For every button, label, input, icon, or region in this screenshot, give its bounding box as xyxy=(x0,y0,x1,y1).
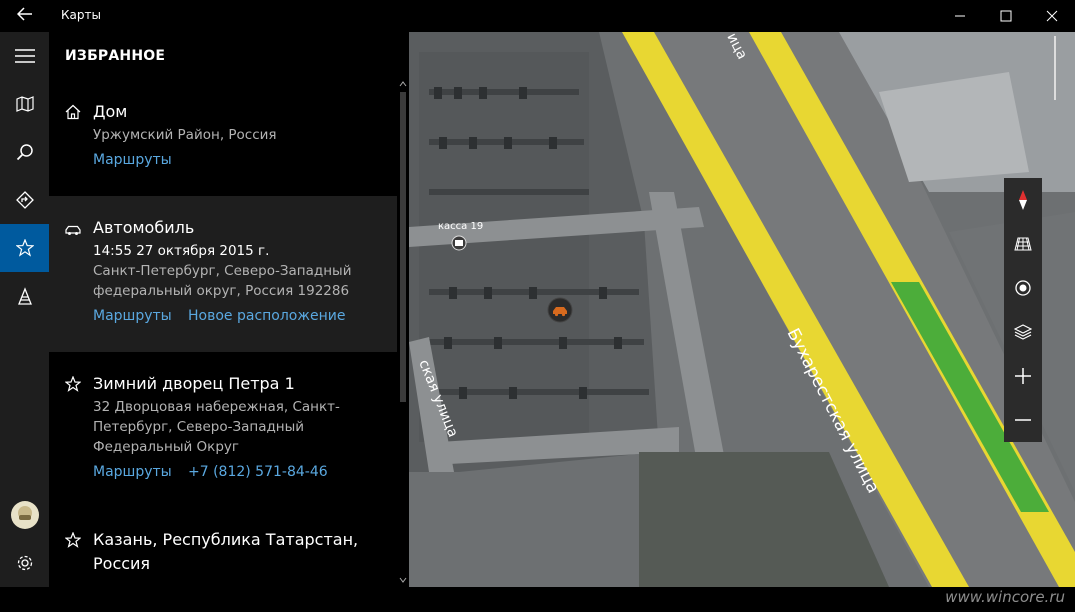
map-controls xyxy=(1004,178,1042,442)
favorite-address-line-1: 32 Дворцовая набережная, Санкт- xyxy=(93,399,340,415)
star-icon xyxy=(65,376,81,392)
scroll-up-icon xyxy=(399,81,407,87)
star-icon xyxy=(15,239,34,257)
my-location-button[interactable] xyxy=(1004,266,1042,310)
account-avatar-button[interactable] xyxy=(0,491,49,539)
favorites-nav-button[interactable] xyxy=(0,224,49,272)
parked-datetime: 14:55 27 октября 2015 г. xyxy=(93,243,270,259)
layers-icon xyxy=(1014,324,1032,340)
minus-icon xyxy=(1015,419,1031,421)
back-arrow-icon xyxy=(16,7,32,21)
home-icon xyxy=(65,104,81,120)
hamburger-menu-button[interactable] xyxy=(0,32,49,80)
routes-link[interactable]: Маршруты xyxy=(93,152,172,168)
map-layers-button[interactable] xyxy=(1004,310,1042,354)
favorites-panel: ИЗБРАННОЕ Дом Уржумский Район, Россия Ма… xyxy=(49,32,409,587)
minimize-button[interactable] xyxy=(937,0,983,32)
poi-label: касса 19 xyxy=(438,221,483,232)
car-marker[interactable] xyxy=(547,297,573,323)
routes-link[interactable]: Маршруты xyxy=(93,308,172,324)
car-icon xyxy=(65,225,81,235)
favorite-address-line-2: федеральный округ, Россия 192286 xyxy=(93,283,350,299)
avatar xyxy=(10,501,39,529)
maximize-button[interactable] xyxy=(983,0,1029,32)
settings-nav-button[interactable] xyxy=(0,539,49,587)
map-edge-indicator xyxy=(1054,36,1056,100)
favorite-item-car[interactable]: Автомобиль 14:55 27 октября 2015 г. Санк… xyxy=(49,196,397,352)
navigation-rail xyxy=(0,32,49,612)
search-nav-button[interactable] xyxy=(0,128,49,176)
location-icon xyxy=(1015,280,1031,296)
scrollbar-thumb[interactable] xyxy=(400,92,406,402)
window-title: Карты xyxy=(61,8,101,22)
map-view[interactable]: Бухарестская улица ская улица ица касса … xyxy=(409,32,1075,587)
favorite-name: Дом xyxy=(93,102,128,121)
scroll-down-icon xyxy=(399,577,407,583)
plus-icon xyxy=(1015,368,1031,384)
favorite-name-line-2: Россия xyxy=(93,554,151,573)
3d-cities-icon xyxy=(17,287,32,305)
hamburger-icon xyxy=(14,49,35,63)
favorite-name: Зимний дворец Петра 1 xyxy=(93,374,295,393)
bottom-strip xyxy=(0,587,1075,612)
favorite-address-line-1: Санкт-Петербург, Северо-Западный xyxy=(93,263,352,279)
satellite-map[interactable]: Бухарестская улица ская улица ица касса … xyxy=(409,32,1075,587)
minimize-icon xyxy=(955,15,965,17)
zoom-in-button[interactable] xyxy=(1004,354,1042,398)
panel-title: ИЗБРАННОЕ xyxy=(65,48,166,64)
favorite-item-kazan[interactable]: Казань, Республика Татарстан, Россия xyxy=(49,508,397,587)
3d-cities-nav-button[interactable] xyxy=(0,272,49,320)
gear-icon xyxy=(17,555,32,571)
compass-icon xyxy=(1019,190,1027,210)
star-icon xyxy=(65,532,81,548)
back-button[interactable] xyxy=(10,6,40,26)
3d-tilt-icon xyxy=(1014,237,1032,251)
zoom-out-button[interactable] xyxy=(1004,398,1042,442)
maximize-icon xyxy=(1000,10,1012,22)
tilt-button[interactable] xyxy=(1004,222,1042,266)
compass-button[interactable] xyxy=(1004,178,1042,222)
favorite-address: Уржумский Район, Россия xyxy=(93,127,277,143)
close-button[interactable] xyxy=(1029,0,1075,32)
favorite-item-home[interactable]: Дом Уржумский Район, Россия Маршруты xyxy=(49,80,397,196)
panel-scrollbar[interactable] xyxy=(397,80,409,586)
routes-link[interactable]: Маршруты xyxy=(93,464,172,480)
search-icon xyxy=(16,144,33,161)
directions-icon xyxy=(15,191,34,209)
title-bar: Карты xyxy=(0,0,1075,32)
favorite-name: Автомобиль xyxy=(93,218,195,237)
map-icon xyxy=(15,96,34,112)
watermark: www.wincore.ru xyxy=(945,588,1065,606)
favorite-name-line-1: Казань, Республика Татарстан, xyxy=(93,530,359,549)
favorite-address-line-2: Петербург, Северо-Западный xyxy=(93,419,305,435)
close-icon xyxy=(1046,10,1058,22)
new-location-link[interactable]: Новое расположение xyxy=(188,308,345,324)
favorite-address-line-3: Федеральный Округ xyxy=(93,439,239,455)
phone-link[interactable]: +7 (812) 571-84-46 xyxy=(188,464,328,480)
map-nav-button[interactable] xyxy=(0,80,49,128)
directions-nav-button[interactable] xyxy=(0,176,49,224)
favorite-item-winter-palace[interactable]: Зимний дворец Петра 1 32 Дворцовая набер… xyxy=(49,352,397,508)
